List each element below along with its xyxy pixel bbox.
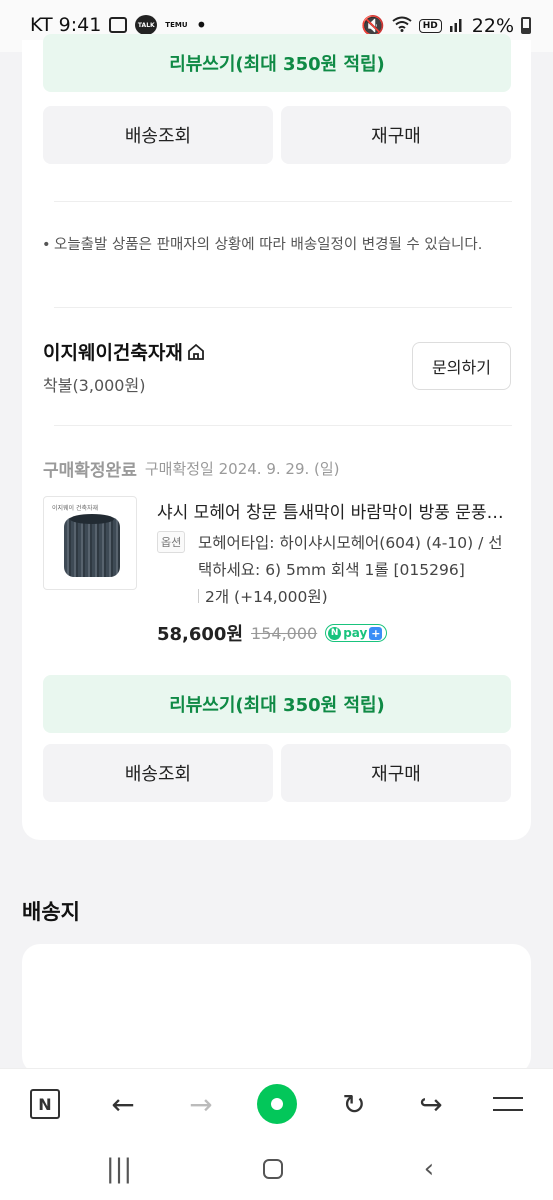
naver-n-icon: N <box>30 1089 60 1119</box>
temu-icon: TEMU <box>165 21 188 29</box>
notice-text: 오늘출발 상품은 판매자의 상황에 따라 배송일정이 변경될 수 있습니다. <box>54 237 483 253</box>
divider <box>54 307 512 308</box>
inquiry-button[interactable]: 문의하기 <box>412 342 511 390</box>
menu-button[interactable] <box>478 1069 538 1139</box>
carrier-time: KT 9:41 <box>30 14 102 36</box>
shipping-section-title: 배송지 <box>22 900 80 924</box>
order-status-line: 구매확정완료 구매확정일 2024. 9. 29. (일) <box>43 456 340 481</box>
quantity-row: 2개 (+14,000원) <box>198 585 328 607</box>
gallery-icon <box>109 17 128 33</box>
back-button[interactable]: ← <box>93 1069 153 1139</box>
mohair-spool-image <box>64 514 120 577</box>
forward-button[interactable]: → <box>171 1069 231 1139</box>
divider <box>54 201 512 202</box>
rebuy-button[interactable]: 재구매 <box>281 744 511 802</box>
delivery-notice: • 오늘출발 상품은 판매자의 상황에 따라 배송일정이 변경될 수 있습니다. <box>42 232 502 258</box>
product-thumbnail[interactable]: 이지웨이 건축자재 <box>43 496 137 590</box>
option-tag: 옵션 <box>157 531 186 553</box>
track-delivery-button[interactable]: 배송조회 <box>43 106 273 164</box>
order-card: 리뷰쓰기(최대 350원 적립) 배송조회 재구매 • 오늘출발 상품은 판매자… <box>22 34 531 840</box>
address-card <box>22 944 531 1074</box>
option-text: 모헤어타입: 하이샤시모헤어(604) (4-10) / 선택하세요: 6) 5… <box>198 534 503 579</box>
price-row: 58,600원 154,000 N pay + <box>157 620 388 646</box>
seller-name-row[interactable]: 이지웨이건축자재 <box>43 338 205 365</box>
system-back-button[interactable]: ‹ <box>399 1138 459 1200</box>
naver-n-icon: N <box>328 626 342 640</box>
share-icon: ↪ <box>419 1087 443 1121</box>
home-icon <box>263 1159 283 1179</box>
quantity-text: 2개 (+14,000원) <box>205 588 328 606</box>
kakaotalk-icon: TALK <box>135 15 158 35</box>
naver-home-button[interactable]: N <box>15 1069 75 1139</box>
home-button[interactable] <box>243 1138 303 1200</box>
track-delivery-button[interactable]: 배송조회 <box>43 744 273 802</box>
shipping-fee: 착불(3,000원) <box>43 376 146 395</box>
menu-icon <box>493 1097 523 1111</box>
seller-name: 이지웨이건축자재 <box>43 342 183 364</box>
refresh-button[interactable]: ↻ <box>324 1069 384 1139</box>
refresh-icon: ↻ <box>342 1087 366 1121</box>
forward-arrow-icon: → <box>189 1087 213 1121</box>
order-status: 구매확정완료 <box>43 461 137 481</box>
divider <box>54 425 512 426</box>
battery-icon <box>521 17 531 34</box>
thumbnail-brand: 이지웨이 건축자재 <box>52 505 99 512</box>
green-dot-icon <box>257 1084 297 1124</box>
price: 58,600원 <box>157 624 244 645</box>
browser-toolbar: N ← → ↻ ↪ <box>0 1068 553 1138</box>
product-name[interactable]: 샤시 모헤어 창문 틈새막이 바람막이 방풍 문풍지 외풍 차단 모헤어 <box>157 498 513 523</box>
recent-apps-button[interactable]: ||| <box>89 1138 149 1200</box>
more-notifications-dot: • <box>195 13 208 37</box>
hd-voice-icon: HD <box>418 18 442 33</box>
review-button[interactable]: 리뷰쓰기(최대 350원 적립) <box>43 34 511 92</box>
review-button[interactable]: 리뷰쓰기(최대 350원 적립) <box>43 675 511 733</box>
back-arrow-icon: ← <box>111 1087 135 1121</box>
rebuy-button[interactable]: 재구매 <box>281 106 511 164</box>
original-price: 154,000 <box>251 623 318 643</box>
npay-plus-badge: N pay + <box>325 624 388 642</box>
store-home-icon <box>187 343 204 360</box>
system-navigation-bar: ||| ‹ <box>0 1138 553 1200</box>
system-back-icon: ‹ <box>423 1154 435 1184</box>
recent-apps-icon: ||| <box>105 1154 133 1184</box>
confirm-date: 구매확정일 2024. 9. 29. (일) <box>144 460 340 478</box>
share-button[interactable]: ↪ <box>401 1069 461 1139</box>
plus-icon: + <box>369 626 383 640</box>
green-dot-button[interactable] <box>247 1069 307 1139</box>
